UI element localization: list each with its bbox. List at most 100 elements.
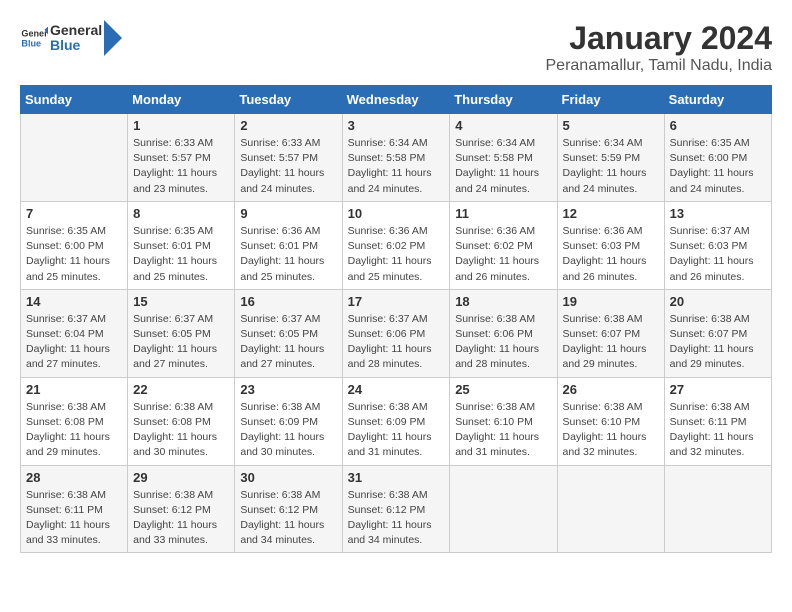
day-info: Sunrise: 6:37 AMSunset: 6:04 PMDaylight:… [26, 312, 122, 373]
calendar-cell: 7 Sunrise: 6:35 AMSunset: 6:00 PMDaylight… [21, 201, 128, 289]
day-number: 27 [670, 382, 766, 397]
day-info: Sunrise: 6:37 AMSunset: 6:05 PMDaylight:… [133, 312, 229, 373]
calendar-cell: 14Sunrise: 6:37 AMSunset: 6:04 PMDayligh… [21, 289, 128, 377]
calendar-cell: 28Sunrise: 6:38 AMSunset: 6:11 PMDayligh… [21, 465, 128, 553]
day-info: Sunrise: 6:37 AMSunset: 6:03 PMDaylight:… [670, 224, 766, 285]
weekday-header-tuesday: Tuesday [235, 86, 342, 114]
day-number: 1 [133, 118, 229, 133]
calendar-cell: 26 Sunrise: 6:38 AMSunset: 6:10 PMDayligh… [557, 377, 664, 465]
day-number: 16 [240, 294, 336, 309]
day-info: Sunrise: 6:38 AMSunset: 6:10 PMDaylight:… [455, 400, 551, 461]
title-area: January 2024 Peranamallur, Tamil Nadu, I… [546, 20, 773, 75]
calendar-cell: 16Sunrise: 6:37 AMSunset: 6:05 PMDayligh… [235, 289, 342, 377]
day-number: 25 [455, 382, 551, 397]
calendar-cell: 1 Sunrise: 6:33 AMSunset: 5:57 PMDaylight… [128, 114, 235, 202]
calendar-cell: 27 Sunrise: 6:38 AMSunset: 6:11 PMDayligh… [664, 377, 771, 465]
day-info: Sunrise: 6:38 AMSunset: 6:09 PMDaylight:… [348, 400, 445, 461]
calendar-cell [664, 465, 771, 553]
svg-text:Blue: Blue [21, 38, 41, 48]
day-number: 12 [563, 206, 659, 221]
calendar-cell: 25 Sunrise: 6:38 AMSunset: 6:10 PMDayligh… [450, 377, 557, 465]
calendar-cell: 23 Sunrise: 6:38 AMSunset: 6:09 PMDayligh… [235, 377, 342, 465]
day-number: 31 [348, 470, 445, 485]
day-number: 18 [455, 294, 551, 309]
day-number: 3 [348, 118, 445, 133]
logo: General Blue General Blue [20, 20, 122, 56]
weekday-header-friday: Friday [557, 86, 664, 114]
day-info: Sunrise: 6:38 AMSunset: 6:11 PMDaylight:… [670, 400, 766, 461]
calendar-cell: 24 Sunrise: 6:38 AMSunset: 6:09 PMDayligh… [342, 377, 450, 465]
calendar-cell: 13 Sunrise: 6:37 AMSunset: 6:03 PMDayligh… [664, 201, 771, 289]
day-number: 26 [563, 382, 659, 397]
page-header: General Blue General Blue January 2024 P… [20, 20, 772, 75]
day-number: 22 [133, 382, 229, 397]
calendar-cell: 4Sunrise: 6:34 AMSunset: 5:58 PMDaylight… [450, 114, 557, 202]
day-info: Sunrise: 6:38 AMSunset: 6:12 PMDaylight:… [348, 488, 445, 549]
day-number: 19 [563, 294, 659, 309]
day-number: 5 [563, 118, 659, 133]
day-info: Sunrise: 6:34 AMSunset: 5:59 PMDaylight:… [563, 136, 659, 197]
calendar-cell: 3 Sunrise: 6:34 AMSunset: 5:58 PMDaylight… [342, 114, 450, 202]
day-info: Sunrise: 6:38 AMSunset: 6:11 PMDaylight:… [26, 488, 122, 549]
calendar-cell: 22 Sunrise: 6:38 AMSunset: 6:08 PMDayligh… [128, 377, 235, 465]
calendar-cell: 15Sunrise: 6:37 AMSunset: 6:05 PMDayligh… [128, 289, 235, 377]
day-number: 7 [26, 206, 122, 221]
day-info: Sunrise: 6:37 AMSunset: 6:06 PMDaylight:… [348, 312, 445, 373]
day-info: Sunrise: 6:38 AMSunset: 6:10 PMDaylight:… [563, 400, 659, 461]
day-info: Sunrise: 6:38 AMSunset: 6:09 PMDaylight:… [240, 400, 336, 461]
calendar-cell: 11 Sunrise: 6:36 AMSunset: 6:02 PMDayligh… [450, 201, 557, 289]
weekday-header-saturday: Saturday [664, 86, 771, 114]
day-info: Sunrise: 6:35 AMSunset: 6:00 PMDaylight:… [26, 224, 122, 285]
calendar-cell: 20 Sunrise: 6:38 AMSunset: 6:07 PMDayligh… [664, 289, 771, 377]
day-info: Sunrise: 6:36 AMSunset: 6:02 PMDaylight:… [348, 224, 445, 285]
day-info: Sunrise: 6:36 AMSunset: 6:03 PMDaylight:… [563, 224, 659, 285]
logo-general: General [50, 23, 102, 38]
calendar-cell: 5 Sunrise: 6:34 AMSunset: 5:59 PMDaylight… [557, 114, 664, 202]
day-info: Sunrise: 6:33 AMSunset: 5:57 PMDaylight:… [133, 136, 229, 197]
day-info: Sunrise: 6:34 AMSunset: 5:58 PMDaylight:… [455, 136, 551, 197]
weekday-header-thursday: Thursday [450, 86, 557, 114]
day-info: Sunrise: 6:33 AMSunset: 5:57 PMDaylight:… [240, 136, 336, 197]
calendar-table: SundayMondayTuesdayWednesdayThursdayFrid… [20, 85, 772, 553]
day-info: Sunrise: 6:36 AMSunset: 6:01 PMDaylight:… [240, 224, 336, 285]
day-info: Sunrise: 6:36 AMSunset: 6:02 PMDaylight:… [455, 224, 551, 285]
calendar-cell [557, 465, 664, 553]
day-info: Sunrise: 6:35 AMSunset: 6:00 PMDaylight:… [670, 136, 766, 197]
calendar-cell: 21Sunrise: 6:38 AMSunset: 6:08 PMDayligh… [21, 377, 128, 465]
day-number: 24 [348, 382, 445, 397]
day-info: Sunrise: 6:38 AMSunset: 6:06 PMDaylight:… [455, 312, 551, 373]
month-title: January 2024 [546, 20, 773, 57]
day-info: Sunrise: 6:38 AMSunset: 6:07 PMDaylight:… [670, 312, 766, 373]
calendar-cell: 9Sunrise: 6:36 AMSunset: 6:01 PMDaylight… [235, 201, 342, 289]
logo-arrow-icon [104, 20, 122, 56]
day-number: 11 [455, 206, 551, 221]
calendar-cell: 8Sunrise: 6:35 AMSunset: 6:01 PMDaylight… [128, 201, 235, 289]
day-number: 20 [670, 294, 766, 309]
day-number: 2 [240, 118, 336, 133]
weekday-header-sunday: Sunday [21, 86, 128, 114]
svg-text:General: General [21, 29, 48, 39]
day-number: 23 [240, 382, 336, 397]
calendar-cell [450, 465, 557, 553]
day-info: Sunrise: 6:38 AMSunset: 6:08 PMDaylight:… [133, 400, 229, 461]
day-number: 10 [348, 206, 445, 221]
calendar-cell: 2 Sunrise: 6:33 AMSunset: 5:57 PMDaylight… [235, 114, 342, 202]
day-number: 30 [240, 470, 336, 485]
calendar-cell: 30 Sunrise: 6:38 AMSunset: 6:12 PMDayligh… [235, 465, 342, 553]
calendar-cell: 17 Sunrise: 6:37 AMSunset: 6:06 PMDayligh… [342, 289, 450, 377]
day-info: Sunrise: 6:34 AMSunset: 5:58 PMDaylight:… [348, 136, 445, 197]
calendar-cell: 31 Sunrise: 6:38 AMSunset: 6:12 PMDayligh… [342, 465, 450, 553]
weekday-header-wednesday: Wednesday [342, 86, 450, 114]
calendar-cell: 12 Sunrise: 6:36 AMSunset: 6:03 PMDayligh… [557, 201, 664, 289]
weekday-header-monday: Monday [128, 86, 235, 114]
day-info: Sunrise: 6:38 AMSunset: 6:08 PMDaylight:… [26, 400, 122, 461]
calendar-cell: 29Sunrise: 6:38 AMSunset: 6:12 PMDayligh… [128, 465, 235, 553]
day-info: Sunrise: 6:38 AMSunset: 6:07 PMDaylight:… [563, 312, 659, 373]
day-info: Sunrise: 6:38 AMSunset: 6:12 PMDaylight:… [240, 488, 336, 549]
day-number: 6 [670, 118, 766, 133]
day-number: 17 [348, 294, 445, 309]
logo-icon: General Blue [20, 24, 48, 52]
calendar-cell: 10 Sunrise: 6:36 AMSunset: 6:02 PMDayligh… [342, 201, 450, 289]
day-number: 13 [670, 206, 766, 221]
calendar-cell: 19 Sunrise: 6:38 AMSunset: 6:07 PMDayligh… [557, 289, 664, 377]
